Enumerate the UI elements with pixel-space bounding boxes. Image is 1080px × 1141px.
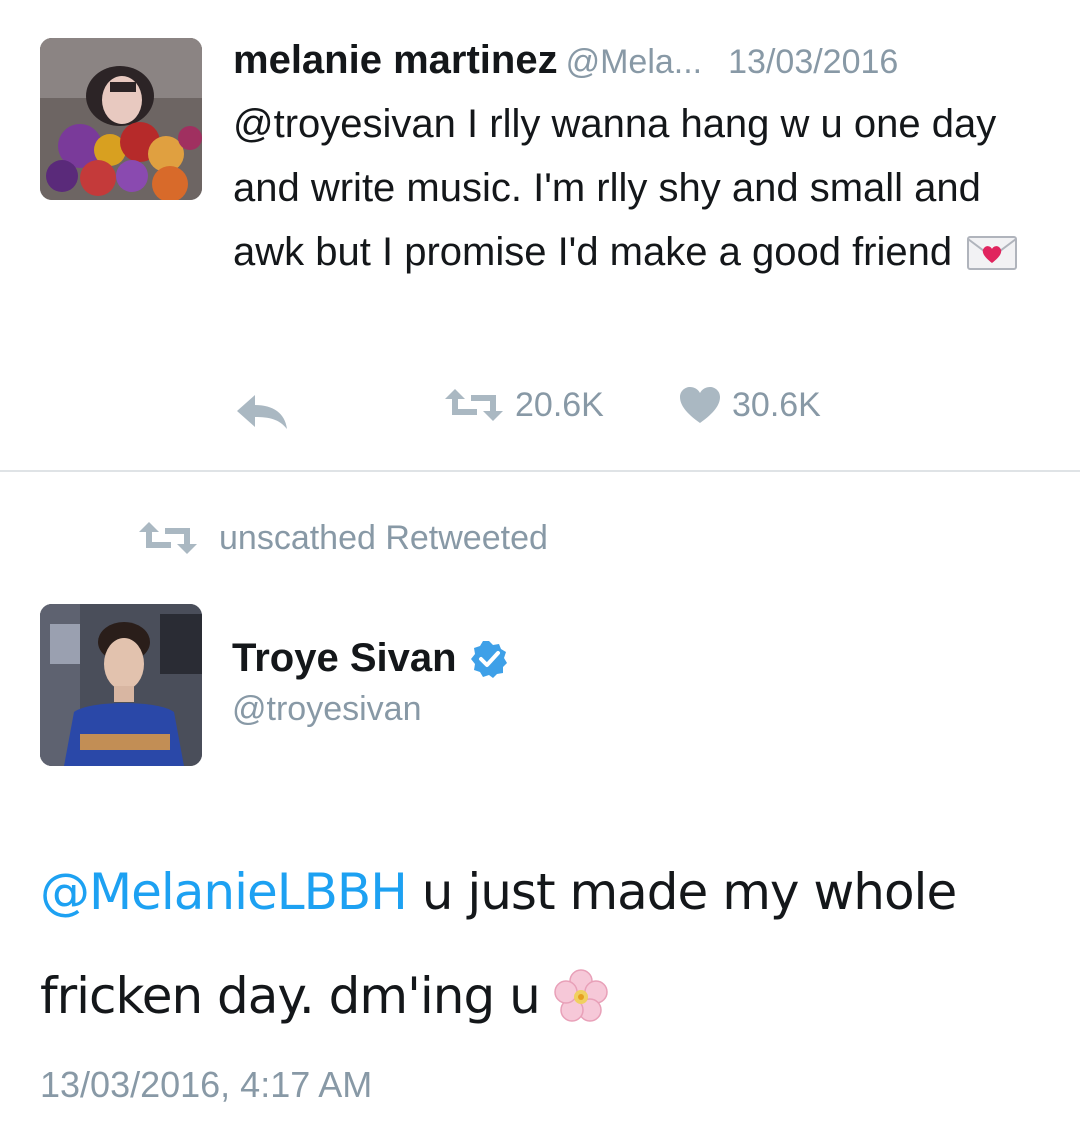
heart-icon bbox=[680, 387, 720, 423]
tweet-text-content: @troyesivan I rlly wanna hang w u one da… bbox=[233, 102, 997, 274]
like-button[interactable]: 30.6K bbox=[678, 385, 821, 425]
retweet-count: 20.6K bbox=[515, 385, 604, 424]
tweet-text: @MelanieLBBH u just made my whole fricke… bbox=[40, 840, 1040, 1058]
user-handle[interactable]: @Mela... bbox=[566, 43, 703, 81]
display-name[interactable]: Troye Sivan bbox=[232, 636, 457, 681]
verified-badge-icon bbox=[470, 640, 507, 678]
avatar-troye[interactable] bbox=[40, 604, 202, 766]
retweeted-label: unscathed Retweeted bbox=[219, 518, 548, 557]
retweet-icon bbox=[139, 522, 197, 554]
retweeted-by[interactable]: unscathed Retweeted bbox=[137, 518, 548, 558]
tweet-divider bbox=[0, 470, 1080, 472]
retweet-button[interactable]: 20.6K bbox=[443, 385, 604, 425]
user-handle[interactable]: @troyesivan bbox=[232, 690, 421, 729]
tweet-actions: 20.6K 30.6K bbox=[233, 385, 1033, 435]
tweet-text: @troyesivan I rlly wanna hang w u one da… bbox=[233, 92, 1053, 292]
display-name[interactable]: melanie martinez bbox=[233, 38, 558, 82]
tweet-header: melanie martinez @Mela... 13/03/2016 bbox=[233, 36, 898, 86]
avatar-troye-image bbox=[40, 604, 202, 766]
tweet-date[interactable]: 13/03/2016 bbox=[728, 43, 898, 81]
retweet-icon bbox=[445, 389, 503, 421]
tweet-melanie[interactable]: melanie martinez @Mela... 13/03/2016 @troy… bbox=[0, 0, 1080, 470]
like-count: 30.6K bbox=[732, 385, 821, 424]
cherry-blossom-emoji bbox=[554, 954, 608, 1058]
love-letter-emoji bbox=[966, 228, 1018, 292]
avatar-melanie-image bbox=[40, 38, 202, 200]
tweet-timestamp[interactable]: 13/03/2016, 4:17 AM bbox=[40, 1064, 372, 1106]
reply-icon bbox=[237, 395, 287, 429]
reply-button[interactable] bbox=[233, 391, 291, 431]
tweet2-name-row: Troye Sivan bbox=[232, 636, 509, 681]
mention-link[interactable]: @MelanieLBBH bbox=[40, 863, 408, 921]
avatar-melanie[interactable] bbox=[40, 38, 202, 200]
